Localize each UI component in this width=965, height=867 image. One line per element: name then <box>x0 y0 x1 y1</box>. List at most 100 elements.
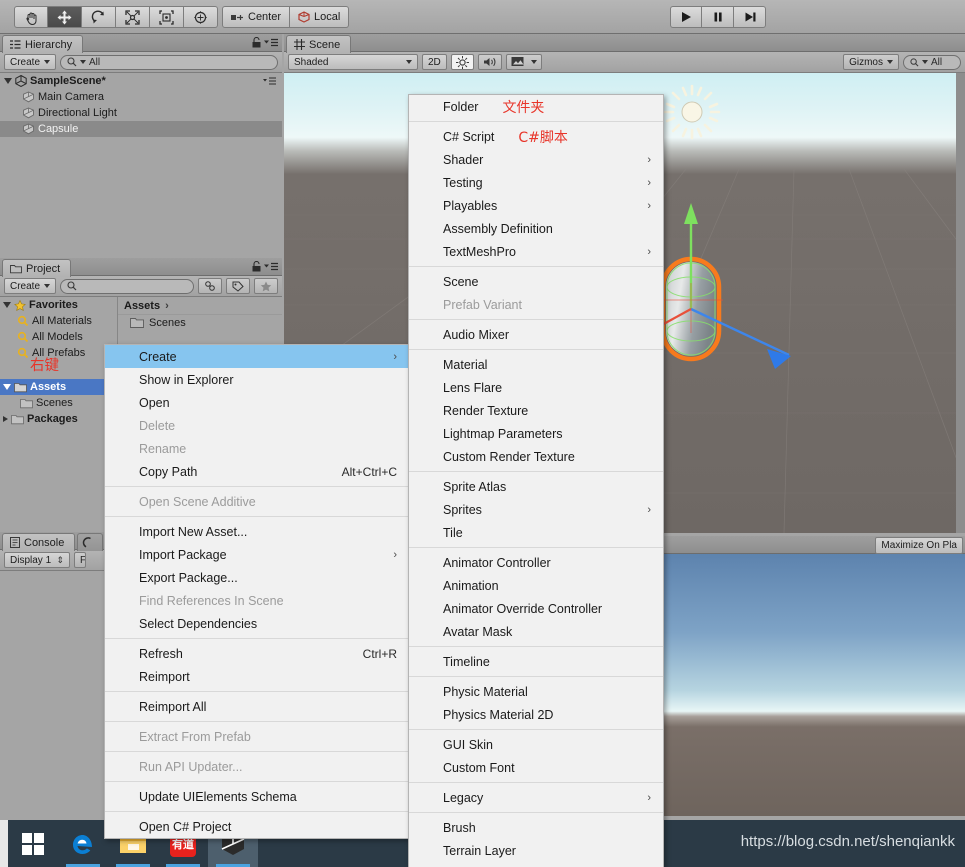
create-submenu-item-legacy[interactable]: Legacy › <box>409 786 663 809</box>
create-submenu-item-c-script[interactable]: C# Script C#脚本 <box>409 125 663 148</box>
move-tool-button[interactable] <box>48 6 82 28</box>
favorites-button[interactable] <box>254 278 278 294</box>
panel-menu-icon[interactable] <box>264 262 278 271</box>
create-submenu-item-material[interactable]: Material <box>409 353 663 376</box>
create-submenu-item-avatar-mask[interactable]: Avatar Mask <box>409 620 663 643</box>
create-submenu-item-animation[interactable]: Animation <box>409 574 663 597</box>
context-menu-item-import-package[interactable]: Import Package › <box>105 543 409 566</box>
create-submenu-item-physic-material[interactable]: Physic Material <box>409 680 663 703</box>
display-dropdown[interactable]: Display 1 ⇕ <box>4 552 70 568</box>
create-submenu-item-shader[interactable]: Shader › <box>409 148 663 171</box>
create-submenu-item-textmeshpro[interactable]: TextMeshPro › <box>409 240 663 263</box>
create-submenu-item-sprites[interactable]: Sprites › <box>409 498 663 521</box>
project-create-button[interactable]: Create <box>4 278 57 294</box>
hierarchy-scene-row[interactable]: SampleScene* <box>0 73 282 89</box>
console-filter-button[interactable]: F <box>74 552 86 568</box>
hierarchy-item-main-camera[interactable]: Main Camera <box>0 89 282 105</box>
tab-project[interactable]: Project <box>2 259 72 277</box>
project-tree-item-assets[interactable]: Assets <box>0 379 117 395</box>
context-menu-item-create[interactable]: Create › <box>105 345 409 368</box>
project-tree-item-scenes[interactable]: Scenes <box>0 395 117 411</box>
scene-context-menu-icon[interactable] <box>263 77 276 85</box>
create-submenu-item-scene[interactable]: Scene <box>409 270 663 293</box>
rect-tool-button[interactable] <box>150 6 184 28</box>
context-menu-item-reimport-all[interactable]: Reimport All <box>105 695 409 718</box>
pause-button[interactable] <box>702 6 734 28</box>
panel-menu-icon[interactable] <box>264 38 278 47</box>
shading-mode-dropdown[interactable]: Shaded <box>288 54 418 70</box>
tab-console-secondary[interactable] <box>77 533 103 551</box>
effects-toggle-button[interactable] <box>505 54 542 70</box>
create-submenu-item-audio-mixer[interactable]: Audio Mixer <box>409 323 663 346</box>
create-submenu-item-timeline[interactable]: Timeline <box>409 650 663 673</box>
create-submenu-item-gui-skin[interactable]: GUI Skin <box>409 733 663 756</box>
create-submenu-item-sprite-atlas[interactable]: Sprite Atlas <box>409 475 663 498</box>
create-submenu-item-terrain-layer[interactable]: Terrain Layer <box>409 839 663 862</box>
create-submenu-item-animator-controller[interactable]: Animator Controller <box>409 551 663 574</box>
create-submenu-item-lens-flare[interactable]: Lens Flare <box>409 376 663 399</box>
chevron-down-icon[interactable] <box>4 78 12 84</box>
context-menu-item-copy-path[interactable]: Copy Path Alt+Ctrl+C <box>105 460 409 483</box>
context-menu-item-select-dependencies[interactable]: Select Dependencies <box>105 612 409 635</box>
transform-tool-button[interactable] <box>184 6 218 28</box>
create-submenu-item-physics-material-2d[interactable]: Physics Material 2D <box>409 703 663 726</box>
edge-browser-button[interactable] <box>58 820 108 867</box>
create-submenu-item-playables[interactable]: Playables › <box>409 194 663 217</box>
scene-search-input[interactable]: All <box>903 54 961 70</box>
project-breadcrumb[interactable]: Assets › <box>118 297 282 315</box>
maximize-on-play-button[interactable]: Maximize On Pla <box>875 537 963 554</box>
create-submenu-item-assembly-definition[interactable]: Assembly Definition <box>409 217 663 240</box>
pivot-mode-button[interactable]: Center <box>222 6 291 28</box>
chevron-right-icon[interactable] <box>3 416 8 422</box>
lighting-toggle-button[interactable] <box>450 54 474 70</box>
audio-toggle-button[interactable] <box>477 54 502 70</box>
play-button[interactable] <box>670 6 702 28</box>
project-content-item-scenes[interactable]: Scenes <box>118 315 282 331</box>
create-submenu-item-testing[interactable]: Testing › <box>409 171 663 194</box>
context-menu-item-refresh[interactable]: Refresh Ctrl+R <box>105 642 409 665</box>
filter-by-label-button[interactable] <box>226 278 250 294</box>
create-submenu-item-folder[interactable]: Folder 文件夹 <box>409 95 663 118</box>
context-menu-item-import-new-asset[interactable]: Import New Asset... <box>105 520 409 543</box>
windows-start-button[interactable] <box>8 820 58 867</box>
tab-scene[interactable]: Scene <box>286 35 352 53</box>
scene-vertical-scrollbar[interactable] <box>956 73 965 533</box>
create-submenu-item-custom-font[interactable]: Custom Font <box>409 756 663 779</box>
tab-console[interactable]: Console <box>2 533 76 551</box>
create-submenu-item-animator-override-controller[interactable]: Animator Override Controller <box>409 597 663 620</box>
project-tree-item-packages[interactable]: Packages <box>0 411 117 427</box>
context-menu-item-show-in-explorer[interactable]: Show in Explorer <box>105 368 409 391</box>
pivot-rotation-button[interactable]: Local <box>290 6 350 28</box>
create-submenu-item-brush[interactable]: Brush <box>409 816 663 839</box>
lock-icon[interactable] <box>252 261 261 272</box>
step-button[interactable] <box>734 6 766 28</box>
2d-toggle-button[interactable]: 2D <box>422 54 447 70</box>
context-menu-item-reimport[interactable]: Reimport <box>105 665 409 688</box>
project-favorite-all-materials[interactable]: All Materials <box>0 313 117 329</box>
context-menu-item-export-package[interactable]: Export Package... <box>105 566 409 589</box>
capsule-object-gizmo[interactable] <box>639 183 849 393</box>
project-search-input[interactable] <box>60 278 194 294</box>
context-menu-item-update-uielements-schema[interactable]: Update UIElements Schema <box>105 785 409 808</box>
filter-by-type-button[interactable] <box>198 278 222 294</box>
hierarchy-item-directional-light[interactable]: Directional Light <box>0 105 282 121</box>
project-favorites-row[interactable]: Favorites <box>0 297 117 313</box>
directional-light-gizmo[interactable] <box>662 83 722 141</box>
project-favorite-all-models[interactable]: All Models <box>0 329 117 345</box>
rotate-tool-button[interactable] <box>82 6 116 28</box>
gizmos-dropdown[interactable]: Gizmos <box>843 54 899 70</box>
scale-tool-button[interactable] <box>116 6 150 28</box>
chevron-down-icon[interactable] <box>3 302 11 308</box>
tab-hierarchy[interactable]: Hierarchy <box>2 35 84 53</box>
hierarchy-item-capsule[interactable]: Capsule <box>0 121 282 137</box>
hand-tool-button[interactable] <box>14 6 48 28</box>
context-menu-item-open-c-project[interactable]: Open C# Project <box>105 815 409 838</box>
create-submenu-item-lightmap-parameters[interactable]: Lightmap Parameters <box>409 422 663 445</box>
create-submenu-item-tile[interactable]: Tile <box>409 521 663 544</box>
chevron-down-icon[interactable] <box>3 384 11 390</box>
hierarchy-create-button[interactable]: Create <box>4 54 57 70</box>
create-submenu-item-custom-render-texture[interactable]: Custom Render Texture <box>409 445 663 468</box>
hierarchy-search-input[interactable]: All <box>60 54 278 70</box>
create-submenu-item-render-texture[interactable]: Render Texture <box>409 399 663 422</box>
lock-icon[interactable] <box>252 37 261 48</box>
